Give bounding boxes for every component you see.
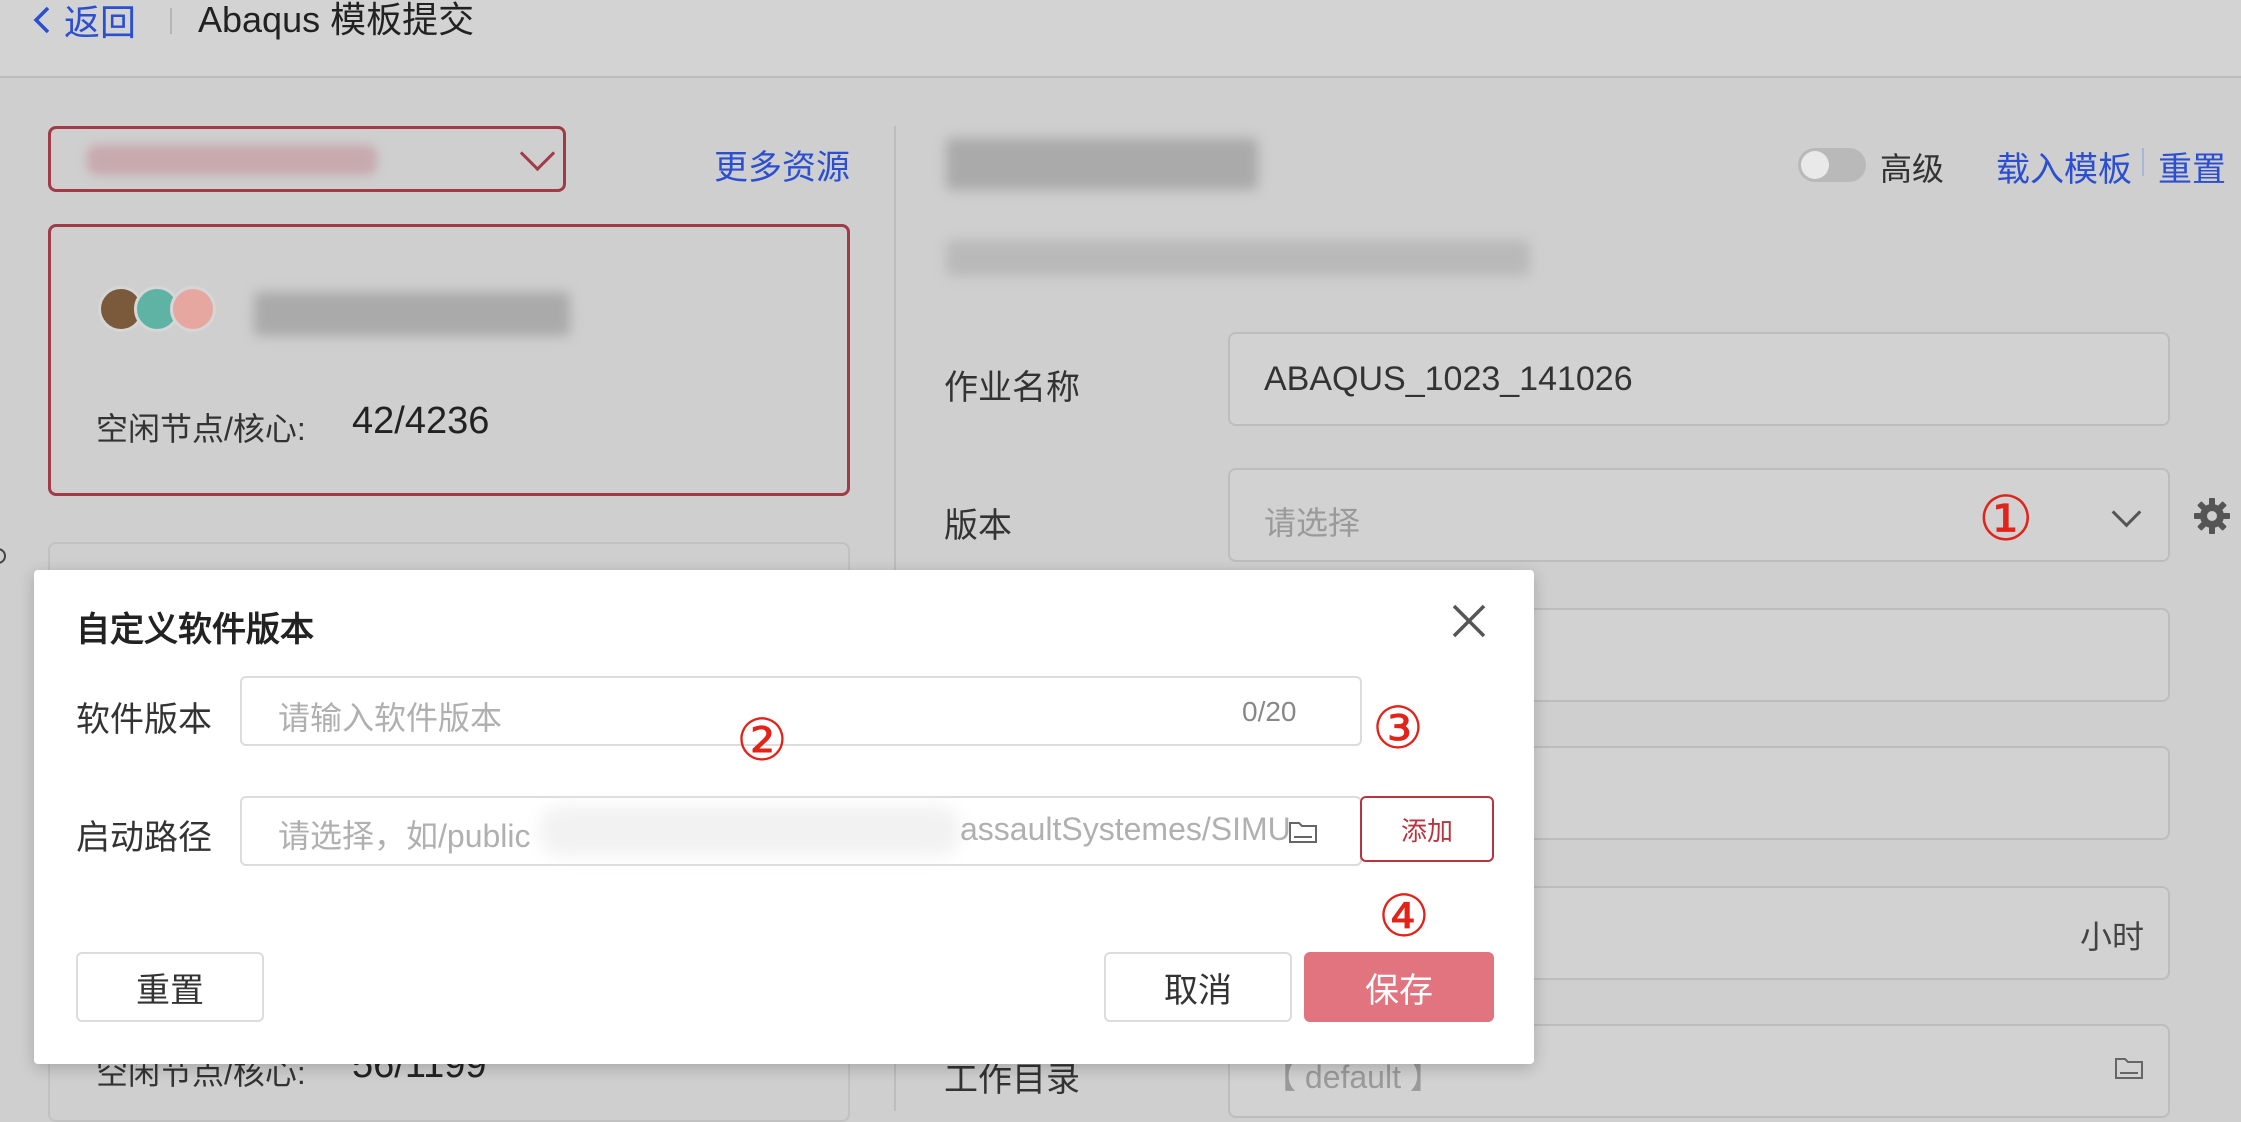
idle-nodes-value: 42/4236: [352, 400, 490, 442]
more-resources-link[interactable]: 更多资源: [714, 140, 850, 189]
cancel-button[interactable]: 取消: [1104, 952, 1292, 1022]
annotation-step-1: ①: [1978, 482, 2034, 555]
add-button[interactable]: 添加: [1360, 796, 1494, 862]
launch-path-placeholder-end: assaultSystemes/SIMU: [960, 811, 1291, 847]
back-label: 返回: [64, 2, 137, 43]
launch-path-label: 启动路径: [76, 819, 212, 857]
gear-icon[interactable]: [2192, 496, 2232, 536]
load-template-link[interactable]: 载入模板: [1996, 142, 2132, 191]
char-counter: 0/20: [1242, 696, 1297, 727]
radio-icon[interactable]: [0, 548, 6, 564]
annotation-step-3: ③: [1372, 694, 1424, 762]
save-button[interactable]: 保存: [1304, 952, 1494, 1022]
folder-icon[interactable]: [2114, 1054, 2144, 1080]
back-button[interactable]: 返回: [30, 0, 136, 43]
software-version-label: 软件版本: [76, 701, 212, 739]
close-icon[interactable]: [1448, 600, 1490, 642]
blurred-cluster-name: [254, 292, 570, 336]
page-title: Abaqus 模板提交: [198, 0, 475, 40]
link-divider: [2142, 148, 2144, 176]
avatar-group: [98, 286, 216, 332]
launch-path-placeholder-start: 请选择，如/public: [278, 818, 531, 854]
folder-icon[interactable]: [1288, 818, 1318, 844]
custom-version-dialog: 自定义软件版本 软件版本 请输入软件版本 0/20 ② ③ 启动路径 请选择，如…: [34, 570, 1534, 1064]
software-version-placeholder: 请输入软件版本: [278, 700, 503, 736]
version-label: 版本: [944, 507, 1012, 545]
hours-unit: 小时: [2080, 919, 2145, 955]
blurred-resource-name: [87, 145, 377, 175]
advanced-label: 高级: [1880, 151, 1945, 187]
resource-card[interactable]: [48, 224, 850, 496]
redacted-path: [540, 806, 960, 856]
annotation-step-2: ②: [736, 706, 788, 774]
avatar: [170, 286, 216, 332]
blurred-cluster-title: [946, 138, 1258, 190]
job-name-value: ABAQUS_1023_141026: [1264, 360, 1633, 398]
version-placeholder: 请选择: [1264, 505, 1361, 541]
dialog-title: 自定义软件版本: [76, 611, 314, 649]
blurred-cluster-subtitle: [946, 240, 1530, 276]
job-name-label: 作业名称: [944, 369, 1080, 407]
header-divider: [170, 8, 172, 34]
reset-link[interactable]: 重置: [2158, 142, 2226, 191]
chevron-left-icon: [33, 6, 50, 34]
resource-select[interactable]: [48, 126, 566, 192]
reset-button[interactable]: 重置: [76, 952, 264, 1022]
annotation-step-4: ④: [1378, 882, 1430, 950]
chevron-down-icon: [519, 135, 556, 172]
advanced-toggle[interactable]: [1798, 148, 1866, 182]
idle-nodes-label: 空闲节点/核心:: [96, 411, 306, 447]
